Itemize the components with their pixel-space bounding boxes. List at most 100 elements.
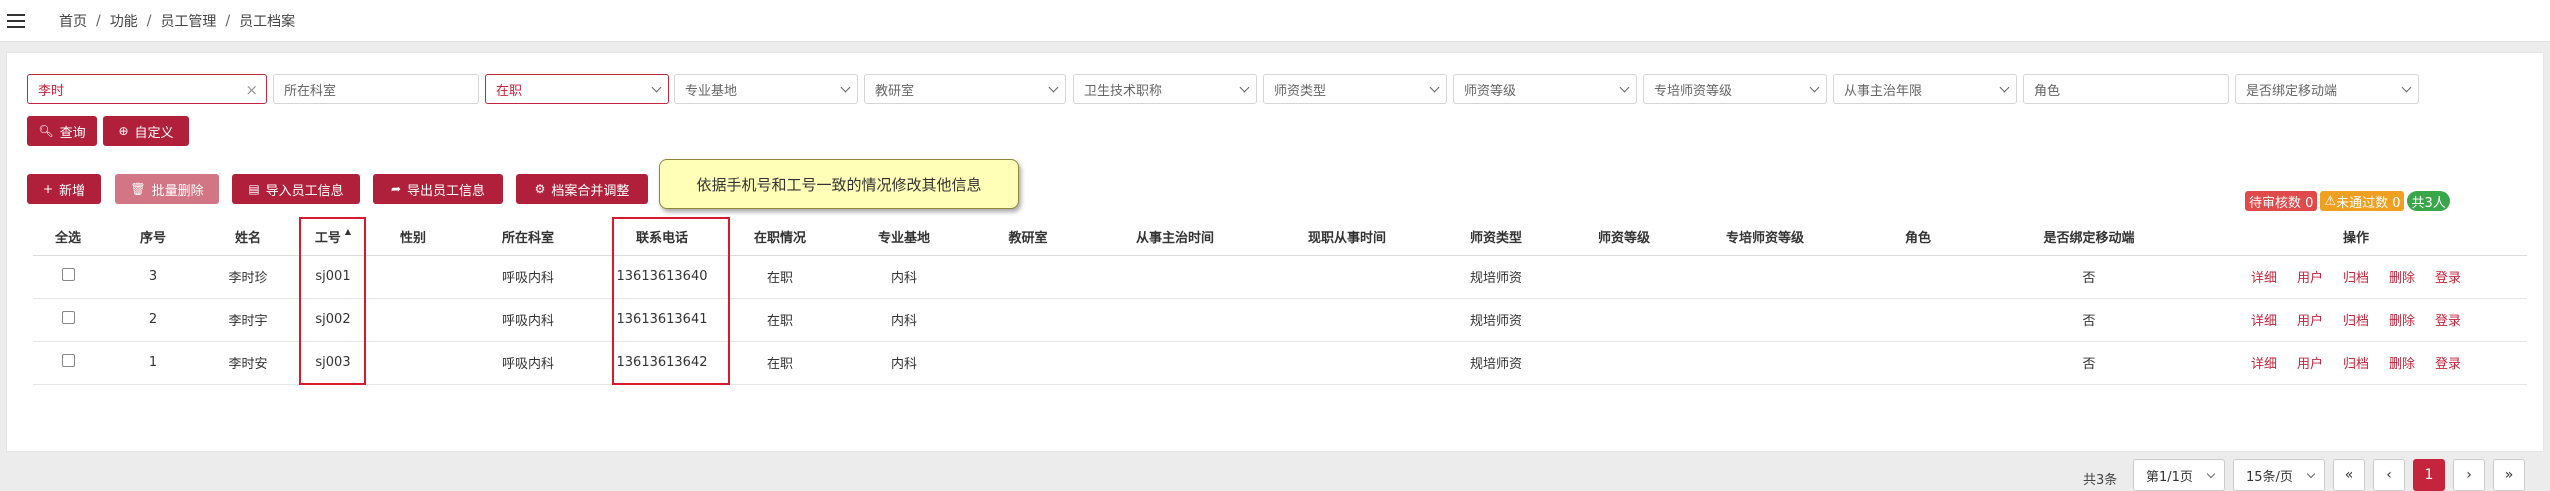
teaching-select[interactable]: 教研室 (864, 74, 1066, 104)
chevron-down-icon (840, 82, 851, 93)
clear-icon[interactable]: × (245, 81, 258, 99)
teacher-level-select[interactable]: 师资等级 (1453, 74, 1637, 104)
breadcrumb-staff-management[interactable]: 员工管理 (160, 11, 216, 31)
row-checkbox[interactable] (61, 311, 75, 324)
col-phone: 联系电话 (603, 219, 721, 256)
special-level-select[interactable]: 专培师资等级 (1643, 74, 1827, 104)
prev-page-button[interactable]: ‹ (2373, 459, 2405, 491)
cell-gender (373, 298, 453, 342)
export-button[interactable]: ➦ 导出员工信息 (373, 174, 503, 204)
row-select-cell (33, 341, 103, 385)
chevron-down-icon (1619, 82, 1630, 93)
col-role: 角色 (1843, 219, 1993, 256)
status-value: 在职 (496, 83, 523, 99)
merge-button[interactable]: ⚙ 档案合并调整 (516, 174, 648, 204)
col-select-all[interactable]: 全选 (33, 219, 103, 256)
chevron-down-icon (2206, 469, 2216, 479)
title-select[interactable]: 卫生技术职称 (1073, 74, 1257, 104)
status-select[interactable]: 在职 (485, 74, 669, 104)
chevron-down-icon (1999, 82, 2010, 93)
chevron-down-icon (2306, 469, 2316, 479)
col-gender: 性别 (373, 219, 453, 256)
row-select-cell (33, 298, 103, 342)
page-select[interactable]: 第1/1页 (2133, 459, 2225, 491)
cell-ops: 详细 用户 归档 删除 登录 (2185, 255, 2527, 299)
delete-link[interactable]: 删除 (2389, 271, 2415, 286)
add-button[interactable]: + 新增 (27, 174, 101, 204)
teaching-value: 教研室 (875, 83, 915, 99)
col-id-label: 工号 (314, 231, 341, 247)
chevron-down-icon (1429, 82, 1440, 93)
login-link[interactable]: 登录 (2435, 357, 2461, 372)
cell-special (1687, 298, 1843, 342)
user-link[interactable]: 用户 (2297, 357, 2323, 372)
page-size-select[interactable]: 15条/页 (2233, 459, 2325, 491)
login-link[interactable]: 登录 (2435, 271, 2461, 286)
warning-icon: ⚠ (2324, 193, 2337, 209)
cell-teaching (969, 255, 1087, 299)
name-search-input[interactable]: 李时 × (27, 74, 267, 104)
cell-name: 李时宇 (203, 298, 293, 342)
col-current-time: 现职从事时间 (1263, 219, 1431, 256)
chevron-down-icon (1239, 82, 1250, 93)
user-link[interactable]: 用户 (2297, 271, 2323, 286)
breadcrumb-home[interactable]: 首页 (59, 11, 87, 31)
col-status: 在职情况 (721, 219, 839, 256)
query-button[interactable]: 🔍︎ 查询 (27, 116, 97, 146)
trash-icon: 🗑︎ (130, 182, 146, 196)
add-label: 新增 (59, 183, 86, 199)
first-page-button[interactable]: « (2333, 459, 2365, 491)
cell-name: 李时珍 (203, 255, 293, 299)
cell-bind: 否 (1993, 341, 2185, 385)
cell-status: 在职 (721, 255, 839, 299)
cell-gender (373, 255, 453, 299)
cell-attend (1087, 341, 1263, 385)
base-select[interactable]: 专业基地 (674, 74, 858, 104)
delete-link[interactable]: 删除 (2389, 314, 2415, 329)
import-button[interactable]: ▤ 导入员工信息 (232, 174, 360, 204)
cell-dept: 呼吸内科 (453, 255, 603, 299)
hamburger-menu-icon[interactable] (7, 13, 25, 28)
custom-button[interactable]: ⊕ 自定义 (103, 116, 189, 146)
dept-input[interactable]: 所在科室 (273, 74, 479, 104)
col-no: 序号 (103, 219, 203, 256)
role-input[interactable]: 角色 (2023, 74, 2229, 104)
archive-link[interactable]: 归档 (2343, 314, 2369, 329)
user-link[interactable]: 用户 (2297, 314, 2323, 329)
batch-delete-label: 批量删除 (151, 183, 204, 199)
bind-select[interactable]: 是否绑定移动端 (2235, 74, 2419, 104)
col-id[interactable]: 工号 ▲ (293, 219, 373, 256)
cell-type: 规培师资 (1431, 255, 1561, 299)
import-label: 导入员工信息 (265, 183, 344, 199)
rejected-badge[interactable]: ⚠ 未通过数 0 (2320, 191, 2405, 211)
cell-phone: 13613613642 (603, 341, 721, 385)
cell-name: 李时安 (203, 341, 293, 385)
batch-delete-button[interactable]: 🗑︎ 批量删除 (115, 174, 219, 204)
cell-base: 内科 (839, 298, 969, 342)
next-page-button[interactable]: › (2453, 459, 2485, 491)
current-page-button[interactable]: 1 (2413, 459, 2445, 491)
teacher-type-select[interactable]: 师资类型 (1263, 74, 1447, 104)
row-checkbox[interactable] (61, 354, 75, 367)
breadcrumb-function[interactable]: 功能 (110, 11, 138, 31)
zoom-icon: ⊕ (118, 124, 129, 138)
last-page-button[interactable]: » (2493, 459, 2525, 491)
cell-type: 规培师资 (1431, 341, 1561, 385)
name-value: 李时 (38, 83, 65, 99)
years-select[interactable]: 从事主治年限 (1833, 74, 2017, 104)
row-select-cell (33, 255, 103, 299)
pending-badge[interactable]: 待审核数 0 (2245, 191, 2318, 211)
detail-link[interactable]: 详细 (2251, 314, 2277, 329)
detail-link[interactable]: 详细 (2251, 271, 2277, 286)
cell-ops: 详细 用户 归档 删除 登录 (2185, 298, 2527, 342)
sort-icon[interactable]: ▲ (345, 227, 351, 236)
cell-status: 在职 (721, 298, 839, 342)
detail-link[interactable]: 详细 (2251, 357, 2277, 372)
cell-current (1263, 298, 1431, 342)
archive-link[interactable]: 归档 (2343, 271, 2369, 286)
login-link[interactable]: 登录 (2435, 314, 2461, 329)
years-value: 从事主治年限 (1844, 83, 1923, 99)
delete-link[interactable]: 删除 (2389, 357, 2415, 372)
row-checkbox[interactable] (61, 268, 75, 281)
archive-link[interactable]: 归档 (2343, 357, 2369, 372)
